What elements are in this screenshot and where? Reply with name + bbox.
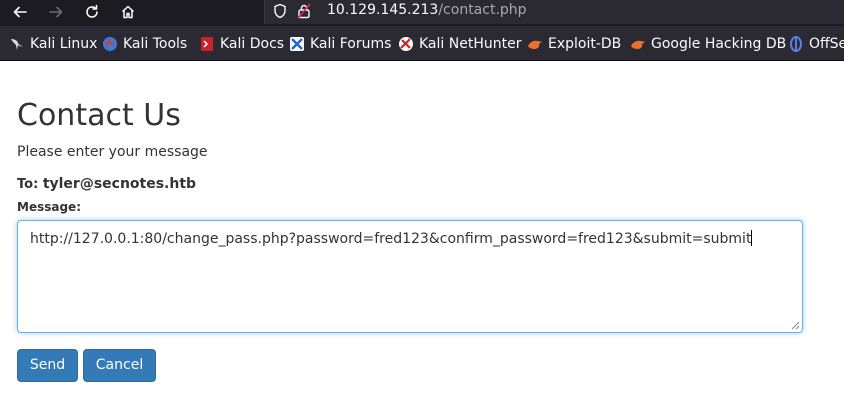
bookmark-label: Kali Docs <box>220 36 285 52</box>
to-label: To: <box>17 177 39 192</box>
bookmark-google-hacking-db[interactable]: Google Hacking DB <box>630 35 786 53</box>
bookmark-kali-forums[interactable]: Kali Forums <box>289 35 391 53</box>
reload-icon[interactable] <box>78 0 106 24</box>
bookmark-offsec[interactable]: OffSe <box>788 35 844 53</box>
cancel-button[interactable]: Cancel <box>83 349 156 382</box>
bookmarks-bar: Kali Linux Kali Tools Kali Docs Kali For… <box>0 26 844 61</box>
url-path: /contact.php <box>438 2 527 18</box>
message-label: Message: <box>17 200 81 214</box>
bookmark-label: Kali Tools <box>123 36 188 52</box>
message-text[interactable]: http://127.0.0.1:80/change_pass.php?pass… <box>30 230 753 247</box>
kali-docs-icon <box>201 37 213 51</box>
kali-forums-icon <box>290 37 304 51</box>
bookmark-label: Kali Forums <box>310 36 392 52</box>
kali-tools-icon <box>103 37 117 51</box>
text-caret <box>751 230 753 246</box>
url-host: 10.129.145.213 <box>327 2 439 18</box>
forward-arrow-icon[interactable] <box>42 0 70 24</box>
bookmark-kali-tools[interactable]: Kali Tools <box>102 35 187 53</box>
kali-dragon-icon <box>11 39 23 50</box>
bookmark-label: OffSe <box>809 36 844 52</box>
bookmark-kali-docs[interactable]: Kali Docs <box>199 35 284 53</box>
message-textarea[interactable]: http://127.0.0.1:80/change_pass.php?pass… <box>17 220 803 333</box>
offsec-icon <box>790 36 802 52</box>
bookmark-label: Google Hacking DB <box>651 36 787 52</box>
bookmark-label: Exploit-DB <box>548 36 622 52</box>
insecure-lock-icon[interactable] <box>297 3 311 19</box>
browser-toolbar: 10.129.145.213/contact.php <box>0 0 844 26</box>
shield-icon[interactable] <box>273 3 287 19</box>
bookmark-kali-nethunter[interactable]: Kali NetHunter <box>398 35 521 53</box>
page-title: Contact Us <box>17 98 181 133</box>
message-value: http://127.0.0.1:80/change_pass.php?pass… <box>30 231 752 247</box>
bookmark-kali-linux[interactable]: Kali Linux <box>9 35 97 53</box>
home-icon[interactable] <box>114 0 142 24</box>
bookmark-label: Kali Linux <box>30 36 98 52</box>
to-address: tyler@secnotes.htb <box>42 176 197 192</box>
send-button[interactable]: Send <box>17 349 78 382</box>
page-subtitle: Please enter your message <box>17 144 208 160</box>
recipient-line: To: tyler@secnotes.htb <box>17 176 196 192</box>
exploit-db-icon <box>528 40 542 49</box>
back-arrow-icon[interactable] <box>6 0 34 24</box>
url-text[interactable]: 10.129.145.213/contact.php <box>327 2 527 18</box>
resize-grip-icon[interactable] <box>791 321 800 330</box>
bookmark-label: Kali NetHunter <box>419 36 522 52</box>
kali-nethunter-icon <box>399 37 413 51</box>
bookmark-exploit-db[interactable]: Exploit-DB <box>527 35 621 53</box>
url-bar[interactable]: 10.129.145.213/contact.php <box>264 0 844 24</box>
ghdb-icon <box>631 40 645 49</box>
